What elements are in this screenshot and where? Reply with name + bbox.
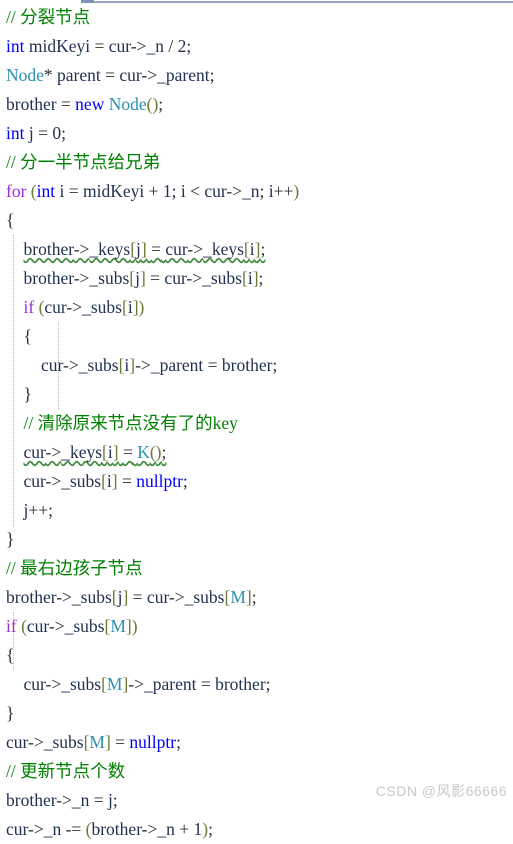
code-line[interactable]: } — [0, 699, 513, 728]
code-line[interactable]: } — [0, 525, 513, 554]
code-line[interactable]: // 清除原来节点没有了的key — [0, 409, 513, 438]
code-line[interactable]: Node* parent = cur->_parent; — [0, 61, 513, 90]
code-line[interactable]: } — [0, 380, 513, 409]
code-line[interactable]: { — [0, 206, 513, 235]
code-line[interactable]: cur->_n -= (brother->_n + 1); — [0, 815, 513, 844]
code-line[interactable]: int j = 0; — [0, 119, 513, 148]
code-editor-surface[interactable]: // 分裂节点 int midKeyi = cur->_n / 2; Node* p… — [0, 0, 513, 839]
code-line[interactable]: brother->_keys[j] = cur->_keys[i]; — [0, 235, 513, 264]
code-line[interactable]: cur->_subs[M]->_parent = brother; — [0, 670, 513, 699]
code-line[interactable]: // 分一半节点给兄弟 — [0, 148, 513, 177]
code-line[interactable]: { — [0, 322, 513, 351]
code-line[interactable]: brother->_subs[j] = cur->_subs[i]; — [0, 264, 513, 293]
code-line[interactable]: j++; — [0, 496, 513, 525]
code-line[interactable]: if (cur->_subs[M]) — [0, 612, 513, 641]
code-line[interactable]: cur->_subs[M] = nullptr; — [0, 728, 513, 757]
code-line[interactable]: // 最右边孩子节点 — [0, 554, 513, 583]
code-line[interactable]: cur->_subs[i] = nullptr; — [0, 467, 513, 496]
code-line[interactable]: brother->_subs[j] = cur->_subs[M]; — [0, 583, 513, 612]
code-line[interactable]: if (cur->_subs[i]) — [0, 293, 513, 322]
code-line[interactable]: for (int i = midKeyi + 1; i < cur->_n; i… — [0, 177, 513, 206]
code-line[interactable]: { — [0, 641, 513, 670]
code-line[interactable]: cur->_subs[i]->_parent = brother; — [0, 351, 513, 380]
code-text-area[interactable]: // 分裂节点 int midKeyi = cur->_n / 2; Node* p… — [0, 3, 513, 844]
code-line[interactable]: // 分裂节点 — [0, 3, 513, 32]
code-line[interactable]: brother = new Node(); — [0, 90, 513, 119]
csdn-watermark: CSDN @风影66666 — [375, 783, 507, 799]
code-line[interactable]: cur->_keys[i] = K(); — [0, 438, 513, 467]
code-line[interactable]: int midKeyi = cur->_n / 2; — [0, 32, 513, 61]
